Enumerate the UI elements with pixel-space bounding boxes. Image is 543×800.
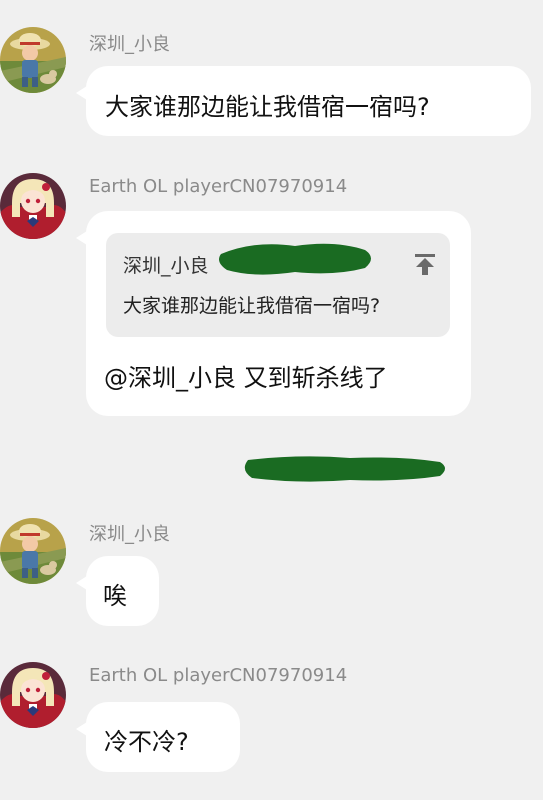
chat-window: 深圳_小良 大家谁那边能让我借宿一宿吗? Earth OL playerCN07… — [0, 0, 543, 800]
message-bubble[interactable]: 冷不冷? — [76, 702, 240, 772]
straw-hat-child-avatar — [0, 518, 66, 584]
message-bubble[interactable]: 大家谁那边能让我借宿一宿吗? — [76, 66, 531, 136]
redaction-mark — [244, 456, 445, 482]
anime-girl-avatar — [0, 173, 66, 239]
message-text: 唉 — [103, 582, 127, 610]
jump-to-original-icon[interactable] — [412, 251, 438, 277]
avatar[interactable] — [0, 662, 66, 728]
avatar[interactable] — [0, 173, 66, 239]
anime-girl-avatar — [0, 662, 66, 728]
straw-hat-child-avatar — [0, 27, 66, 93]
sender-name: Earth OL playerCN07970914 — [89, 176, 348, 197]
sender-name: Earth OL playerCN07970914 — [89, 665, 348, 686]
avatar[interactable] — [0, 27, 66, 93]
sender-name: 深圳_小良 — [89, 34, 170, 55]
redaction-mark — [219, 243, 371, 275]
message-text: @深圳_小良 又到斩杀线了 — [104, 364, 388, 392]
message-bubble[interactable]: 唉 — [76, 556, 159, 626]
sender-name: 深圳_小良 — [89, 524, 170, 545]
quoted-sender: 深圳_小良 — [123, 255, 209, 277]
quoted-text: 大家谁那边能让我借宿一宿吗? — [123, 295, 381, 317]
avatar[interactable] — [0, 518, 66, 584]
message-text: 冷不冷? — [104, 728, 189, 756]
message-text: 大家谁那边能让我借宿一宿吗? — [105, 93, 430, 121]
